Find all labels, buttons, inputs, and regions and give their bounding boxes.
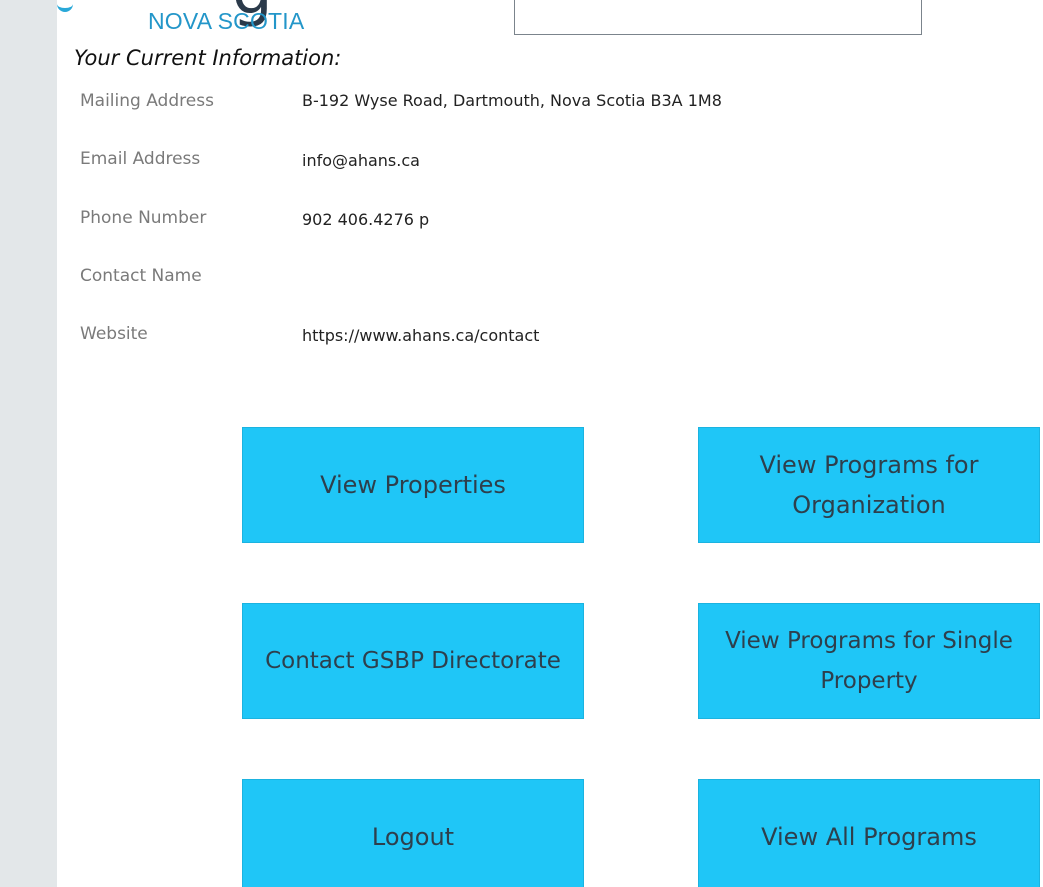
organization-logo: g NOVA SCOTIA [57,0,457,40]
info-value: https://www.ahans.ca/contact [302,326,540,345]
info-value: 902 406.4276 p [302,210,430,229]
info-row-contact-name: Contact Name [57,266,957,294]
view-programs-single-property-button[interactable]: View Programs for Single Property [698,603,1040,719]
logo-subtitle: NOVA SCOTIA [148,8,305,34]
main-page: g NOVA SCOTIA Your Current Information: … [57,0,1043,887]
view-all-programs-button[interactable]: View All Programs [698,779,1040,887]
contact-gsbp-directorate-button[interactable]: Contact GSBP Directorate [242,603,584,719]
section-title: Your Current Information: [74,46,342,70]
view-properties-button[interactable]: View Properties [242,427,584,543]
info-label: Phone Number [80,208,207,228]
logout-button[interactable]: Logout [242,779,584,887]
info-row-website: Website https://www.ahans.ca/contact [57,324,957,352]
info-row-mailing-address: Mailing Address B-192 Wyse Road, Dartmou… [57,91,957,119]
info-label: Email Address [80,149,201,169]
info-label: Mailing Address [80,91,214,111]
info-value: info@ahans.ca [302,151,420,170]
header-banner-box [514,0,922,35]
info-value: B-192 Wyse Road, Dartmouth, Nova Scotia … [302,91,722,110]
info-row-email-address: Email Address info@ahans.ca [57,149,957,177]
info-label: Website [80,324,148,344]
view-programs-organization-button[interactable]: View Programs for Organization [698,427,1040,543]
info-label: Contact Name [80,266,202,286]
logo-swoosh-icon [57,0,73,12]
info-row-phone-number: Phone Number 902 406.4276 p [57,208,957,236]
